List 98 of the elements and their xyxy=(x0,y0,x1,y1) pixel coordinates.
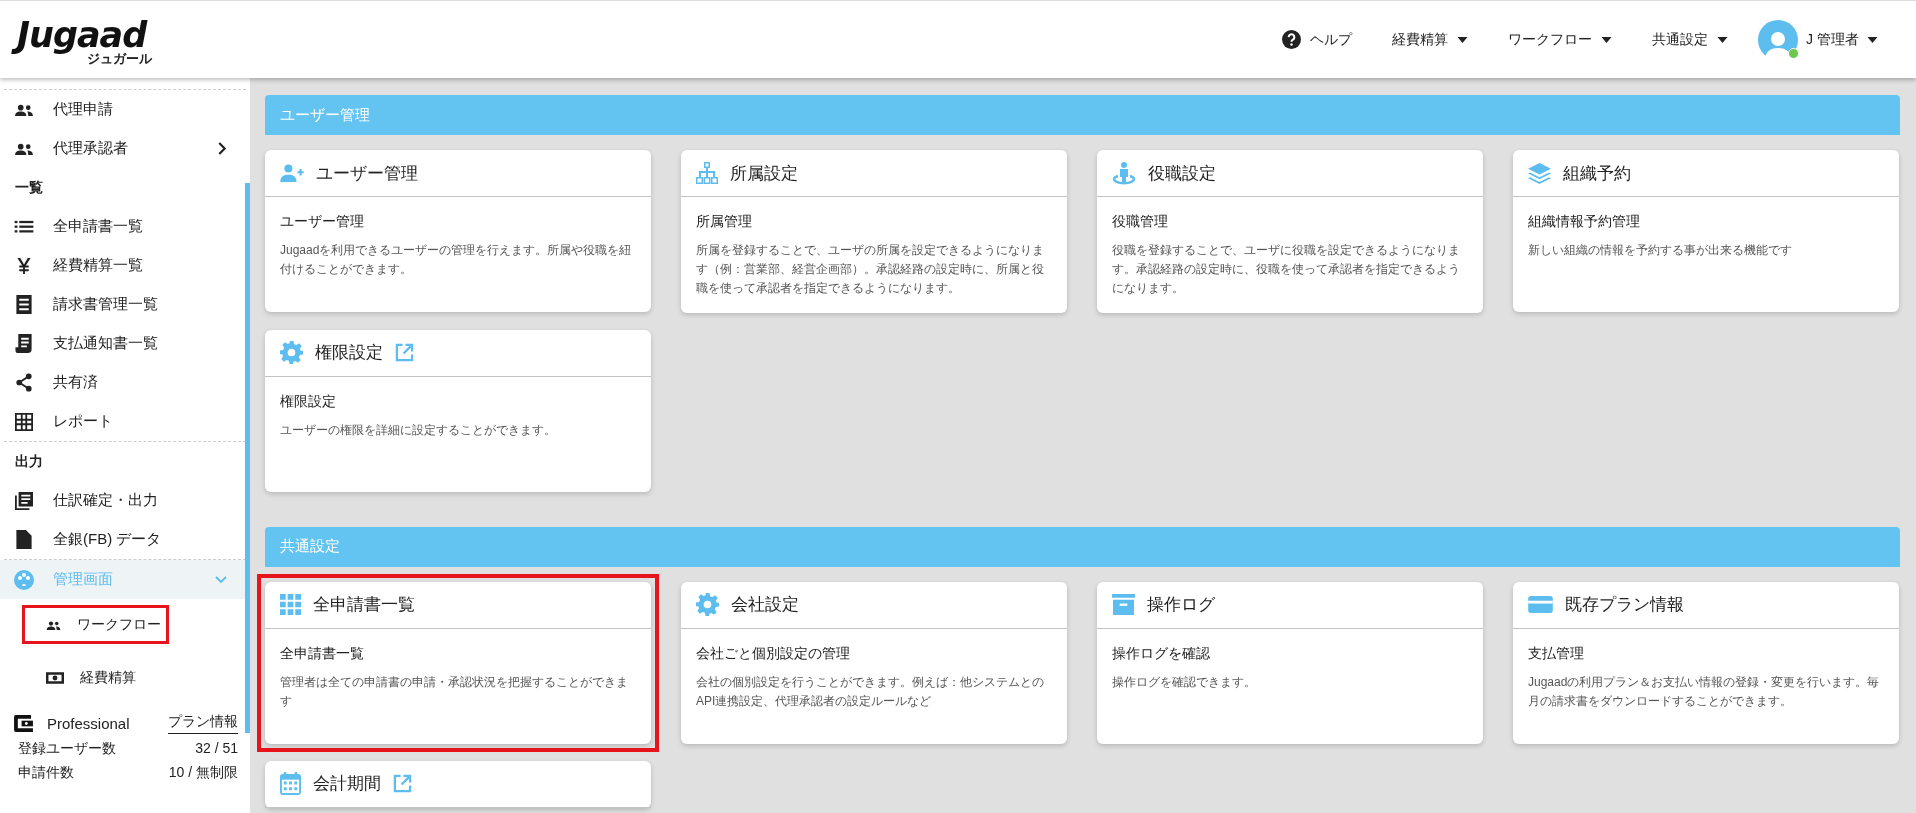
credit-card-icon xyxy=(1528,596,1553,614)
settings-card[interactable]: ユーザー管理 ユーザー管理 Jugaadを利用できるユーザーの管理を行えます。所属や役職を紐付けることができます。 xyxy=(265,150,651,312)
person-pin-icon xyxy=(1112,161,1136,185)
sidebar-item[interactable]: 代理承認者 xyxy=(0,129,245,168)
nav-dropdown[interactable]: ワークフロー xyxy=(1488,30,1633,49)
card-title: 所属設定 xyxy=(730,162,798,185)
card-subtitle: 所属管理 xyxy=(696,213,753,231)
section-header: 共通設定 xyxy=(265,526,1900,567)
stat-value: 32 / 51 xyxy=(195,740,238,758)
section-header: ユーザー管理 xyxy=(265,95,1900,135)
card-title: 会社設定 xyxy=(731,594,799,617)
card-description: Jugaadを利用できるユーザーの管理を行えます。所属や役職を紐付けることができます。 xyxy=(280,242,633,279)
settings-card[interactable]: 全申請書一覧 全申請書一覧 管理者は全ての申請書の申請・承認状況を把握することができます xyxy=(265,581,651,744)
card-subtitle: 役職管理 xyxy=(1112,213,1169,231)
card-description: ユーザーの権限を詳細に設定することができます。 xyxy=(280,421,557,439)
user-menu[interactable]: J 管理者 xyxy=(1748,19,1878,60)
settings-icon xyxy=(280,341,303,365)
scrollbar[interactable] xyxy=(245,183,250,733)
card-subtitle: 全申請書一覧 xyxy=(280,644,365,663)
section-heading: 一覧 xyxy=(14,177,44,197)
org-chart-icon xyxy=(696,162,718,184)
card-subtitle: 支払管理 xyxy=(1528,644,1585,663)
nav-dropdown[interactable]: 共通設定 xyxy=(1632,30,1749,49)
sidebar-item[interactable]: レポート xyxy=(0,402,245,441)
wallet-icon xyxy=(14,715,33,732)
receipt-icon xyxy=(13,295,35,314)
list-icon xyxy=(13,219,35,234)
settings-card[interactable]: 会計期間 xyxy=(265,760,651,808)
settings-card[interactable]: 組織予約 組織情報予約管理 新しい組織の情報を予約する事が出来る機能です xyxy=(1513,150,1899,312)
card-description: 役職を登録することで、ユーザに役職を設定できるようになります。承認経路の設定時に、役職を使って承認者を指定できるようになります。 xyxy=(1112,242,1461,298)
external-link-icon[interactable] xyxy=(395,343,414,363)
card-title: 権限設定 xyxy=(315,342,383,365)
file-icon xyxy=(13,530,35,549)
card-subtitle: 権限設定 xyxy=(280,392,337,411)
card-description: 操作ログを確認できます。 xyxy=(1112,673,1257,691)
settings-card[interactable]: 役職設定 役職管理 役職を登録することで、ユーザに役職を設定できるようになります。承認経路の設定時に、役職を使って承認者を指定できるようになります。 xyxy=(1097,150,1483,313)
plan-name: Professional xyxy=(47,715,131,732)
plan-info-link[interactable]: プラン情報 xyxy=(168,713,238,734)
sidebar-item[interactable]: 経費精算一覧 xyxy=(0,246,245,285)
help-icon xyxy=(1282,30,1302,49)
card-subtitle: 操作ログを確認 xyxy=(1112,644,1211,663)
caret-icon xyxy=(1867,36,1878,43)
documents-icon xyxy=(13,491,35,510)
card-subtitle: 会社ごと個別設定の管理 xyxy=(696,644,851,663)
sidebar-item[interactable]: 仕訳確定・出力 xyxy=(0,481,245,520)
settings-card[interactable]: 操作ログ 操作ログを確認 操作ログを確認できます。 xyxy=(1097,581,1483,744)
card-description: Jugaadの利用プラン＆お支払い情報の登録・変更を行います。毎月の請求書をダウンロードすることができます。 xyxy=(1528,673,1881,710)
card-subtitle: 組織情報予約管理 xyxy=(1528,213,1641,231)
layers-icon xyxy=(1528,162,1551,184)
table-icon xyxy=(13,412,35,431)
people-icon xyxy=(13,141,35,156)
sidebar-item[interactable]: 請求書管理一覧 xyxy=(0,285,245,324)
card-description: 所属を登録することで、ユーザの所属を設定できるようになります（例：営業部、経営企画部）。承認経路の設定時に、所属と役職を使って承認者を指定できるようになります。 xyxy=(696,242,1045,298)
sidebar-item[interactable]: 支払通知書一覧 xyxy=(0,324,245,363)
stat-value: 10 / 無制限 xyxy=(168,764,238,782)
calendar-icon xyxy=(280,772,301,796)
chevron-right-icon xyxy=(218,142,227,155)
settings-card[interactable]: 会社設定 会社ごと個別設定の管理 会社の個別設定を行うことができます。例えば：他システムとのAPI連携設定、代理承認者の設定ルールなど xyxy=(681,581,1067,744)
card-subtitle: ユーザー管理 xyxy=(280,213,365,231)
grid-icon xyxy=(280,594,301,616)
banknote-icon xyxy=(46,671,64,684)
card-description: 新しい組織の情報を予約する事が出来る機能です xyxy=(1528,242,1793,259)
settings-card[interactable]: 既存プラン情報 支払管理 Jugaadの利用プラン＆お支払い情報の登録・変更を行います。毎月の請求書をダウンロードすることができます。 xyxy=(1513,581,1899,744)
external-link-icon[interactable] xyxy=(393,774,412,794)
settings-icon xyxy=(696,593,719,617)
archive-icon xyxy=(1112,594,1135,616)
card-title: 既存プラン情報 xyxy=(1565,594,1684,617)
caret-icon xyxy=(1717,36,1729,43)
card-title: 会計期間 xyxy=(313,773,381,796)
document-icon xyxy=(13,334,35,353)
nav-dropdown[interactable]: 経費精算 xyxy=(1372,30,1489,49)
sidebar-item[interactable]: 全申請書一覧 xyxy=(0,207,245,246)
share-icon xyxy=(13,373,35,392)
card-title: 操作ログ xyxy=(1147,594,1215,617)
sidebar-item[interactable]: 代理申請 xyxy=(0,90,245,129)
help-link[interactable]: ヘルプ xyxy=(1262,30,1373,49)
sidebar-item[interactable]: 全銀(FB) データ xyxy=(0,520,245,559)
caret-icon xyxy=(1601,36,1613,43)
card-title: ユーザー管理 xyxy=(316,162,418,185)
sidebar-subitem[interactable]: 経費精算 xyxy=(22,658,169,697)
caret-icon xyxy=(1457,36,1469,43)
card-description: 会社の個別設定を行うことができます。例えば：他システムとのAPI連携設定、代理承認者の設定ルールなど xyxy=(696,673,1045,710)
sidebar-subitem[interactable]: ワークフロー xyxy=(22,605,169,644)
card-description: 管理者は全ての申請書の申請・承認状況を把握することができます xyxy=(280,673,629,710)
card-title: 組織予約 xyxy=(1563,162,1631,185)
stat-label: 申請件数 xyxy=(18,764,74,782)
stat-label: 登録ユーザー数 xyxy=(18,740,116,758)
section-heading: 出力 xyxy=(14,451,44,471)
people-icon xyxy=(13,102,35,117)
user-plus-icon xyxy=(280,164,304,182)
settings-card[interactable]: 権限設定 権限設定 ユーザーの権限を詳細に設定することができます。 xyxy=(265,329,651,492)
chevron-down-icon xyxy=(215,575,227,584)
settings-card[interactable]: 所属設定 所属管理 所属を登録することで、ユーザの所属を設定できるようになります（例：営業部、経営企画部）。承認経路の設定時に、所属と役職を使って承認者を指定できるようになります。 xyxy=(681,150,1067,313)
palette-icon xyxy=(13,569,35,590)
sidebar-item[interactable]: 共有済 xyxy=(0,363,245,402)
card-title: 全申請書一覧 xyxy=(313,594,415,617)
logo-subtitle: ジュガール xyxy=(87,52,153,65)
card-title: 役職設定 xyxy=(1148,162,1216,185)
